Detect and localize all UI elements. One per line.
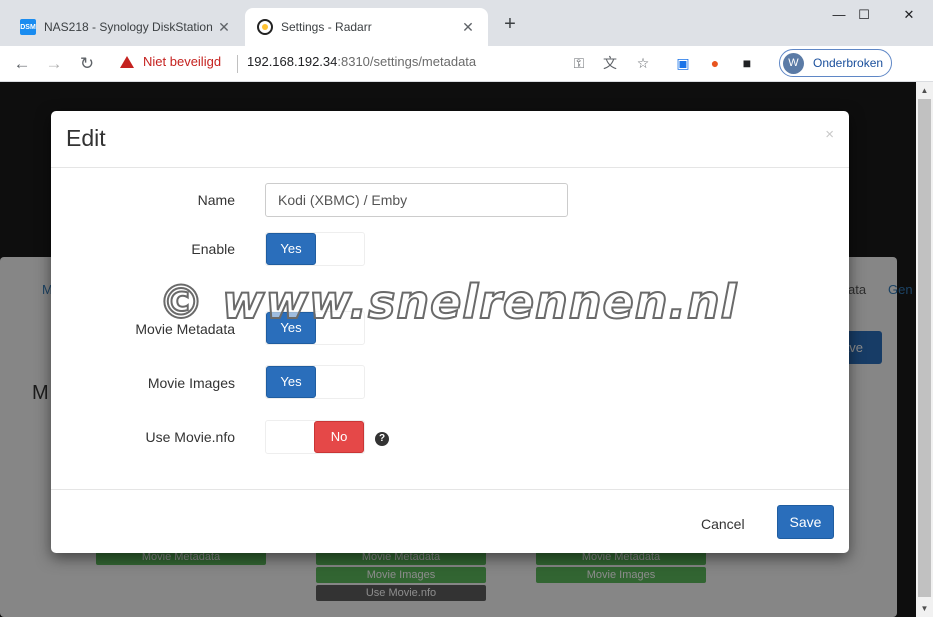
tab-title: NAS218 - Synology DiskStation: [44, 20, 213, 34]
browser-toolbar: ← → ↻ Niet beveiligd 192.168.192.34:8310…: [0, 46, 933, 82]
name-input[interactable]: Kodi (XBMC) / Emby: [265, 183, 568, 217]
enable-toggle[interactable]: Yes: [265, 232, 365, 266]
save-button[interactable]: Save: [777, 505, 834, 539]
cancel-button[interactable]: Cancel: [701, 507, 745, 541]
scroll-thumb[interactable]: [918, 99, 931, 597]
forward-arrow-icon[interactable]: →: [42, 52, 66, 76]
scroll-up-icon[interactable]: ▲: [916, 82, 933, 99]
warning-icon: [120, 55, 134, 68]
omnibox-separator: [237, 55, 238, 73]
use-movie-nfo-no-option[interactable]: No: [314, 421, 364, 453]
profile-name: Onderbroken: [813, 56, 884, 70]
dsm-icon: DSM: [20, 19, 36, 35]
security-indicator[interactable]: Niet beveiligd: [120, 54, 221, 69]
extension-icon-2[interactable]: ●: [705, 53, 725, 73]
movie-metadata-toggle[interactable]: Yes: [265, 311, 365, 345]
extension-icon[interactable]: ▣: [673, 53, 693, 73]
movie-images-toggle[interactable]: Yes: [265, 365, 365, 399]
tab-close-icon[interactable]: ✕: [460, 19, 476, 36]
browser-tabstrip: DSM NAS218 - Synology DiskStation ✕ Sett…: [0, 0, 933, 46]
url-path: :8310/settings/metadata: [337, 54, 477, 69]
modal-footer: Cancel Save: [51, 489, 849, 553]
movie-images-yes-option[interactable]: Yes: [266, 366, 316, 398]
question-circle-icon[interactable]: ?: [375, 432, 389, 446]
enable-yes-option[interactable]: Yes: [266, 233, 316, 265]
window-close-button[interactable]: ✕: [886, 4, 932, 26]
modal-title: Edit: [66, 125, 106, 151]
movie-images-label: Movie Images: [147, 375, 235, 391]
new-tab-button[interactable]: +: [498, 13, 522, 36]
movie-metadata-yes-option[interactable]: Yes: [266, 312, 316, 344]
scroll-down-icon[interactable]: ▼: [916, 600, 933, 617]
use-movie-nfo-label: Use Movie.nfo: [145, 429, 235, 445]
tab-title: Settings - Radarr: [281, 20, 372, 34]
tab-close-icon[interactable]: ✕: [216, 19, 232, 36]
tab-synology[interactable]: DSM NAS218 - Synology DiskStation ✕: [8, 8, 244, 46]
extension-icon-3[interactable]: ■: [737, 53, 757, 73]
page-scrollbar[interactable]: ▲ ▼: [916, 82, 933, 617]
security-label: Niet beveiligd: [143, 54, 222, 69]
back-arrow-icon[interactable]: ←: [10, 52, 34, 76]
use-movie-nfo-toggle[interactable]: No: [265, 420, 365, 454]
movie-metadata-label: Movie Metadata: [135, 321, 235, 337]
close-icon[interactable]: ×: [825, 126, 834, 143]
reload-icon[interactable]: ↻: [75, 52, 99, 76]
enable-label: Enable: [191, 241, 235, 257]
name-label: Name: [197, 192, 235, 208]
profile-button[interactable]: W Onderbroken: [779, 49, 892, 77]
edit-metadata-modal: Edit × Name Kodi (XBMC) / Emby Enable Ye…: [51, 111, 849, 553]
avatar: W: [783, 52, 804, 74]
address-bar[interactable]: 192.168.192.34:8310/settings/metadata: [247, 54, 476, 69]
modal-header: Edit: [51, 111, 849, 168]
maximize-button[interactable]: ☐: [841, 4, 887, 26]
tab-radarr[interactable]: Settings - Radarr ✕: [245, 8, 488, 46]
bookmark-star-icon[interactable]: ☆: [633, 53, 653, 73]
url-host: 192.168.192.34: [247, 54, 338, 69]
radarr-icon: [257, 19, 273, 35]
translate-icon[interactable]: 文: [600, 53, 620, 73]
key-icon[interactable]: ⚿: [569, 53, 589, 73]
